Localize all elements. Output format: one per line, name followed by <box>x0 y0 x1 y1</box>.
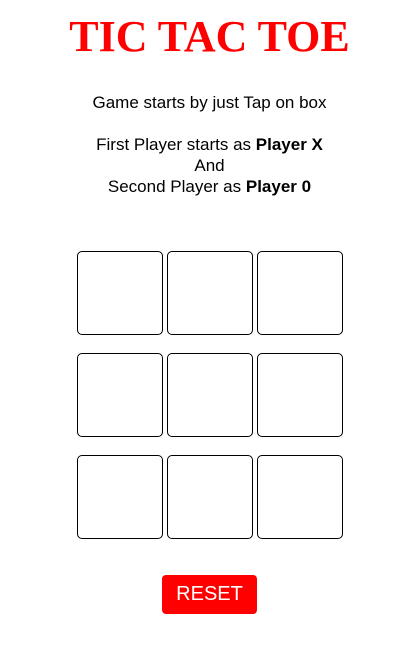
board-cell-7[interactable] <box>77 455 163 539</box>
board-cell-3[interactable] <box>257 251 343 335</box>
board-cell-2[interactable] <box>167 251 253 335</box>
first-player-label: Player X <box>255 135 323 154</box>
player-instructions: First Player starts as Player X And Second… <box>0 134 419 197</box>
board-cell-9[interactable] <box>257 455 343 539</box>
game-page: TIC TAC TOE Game starts by just Tap on b… <box>0 0 419 662</box>
game-board <box>77 251 343 539</box>
board-cell-4[interactable] <box>77 353 163 437</box>
second-player-label: Player 0 <box>245 177 312 196</box>
reset-button[interactable]: RESET <box>162 575 257 614</box>
board-cell-1[interactable] <box>77 251 163 335</box>
start-instruction: Game starts by just Tap on box <box>92 93 327 112</box>
board-cell-8[interactable] <box>167 455 253 539</box>
and-text: And <box>194 156 225 175</box>
first-player-prefix: First Player starts as <box>96 135 256 154</box>
board-cell-6[interactable] <box>257 353 343 437</box>
second-player-prefix: Second Player as <box>107 177 246 196</box>
board-cell-5[interactable] <box>167 353 253 437</box>
page-title: TIC TAC TOE <box>69 12 350 61</box>
